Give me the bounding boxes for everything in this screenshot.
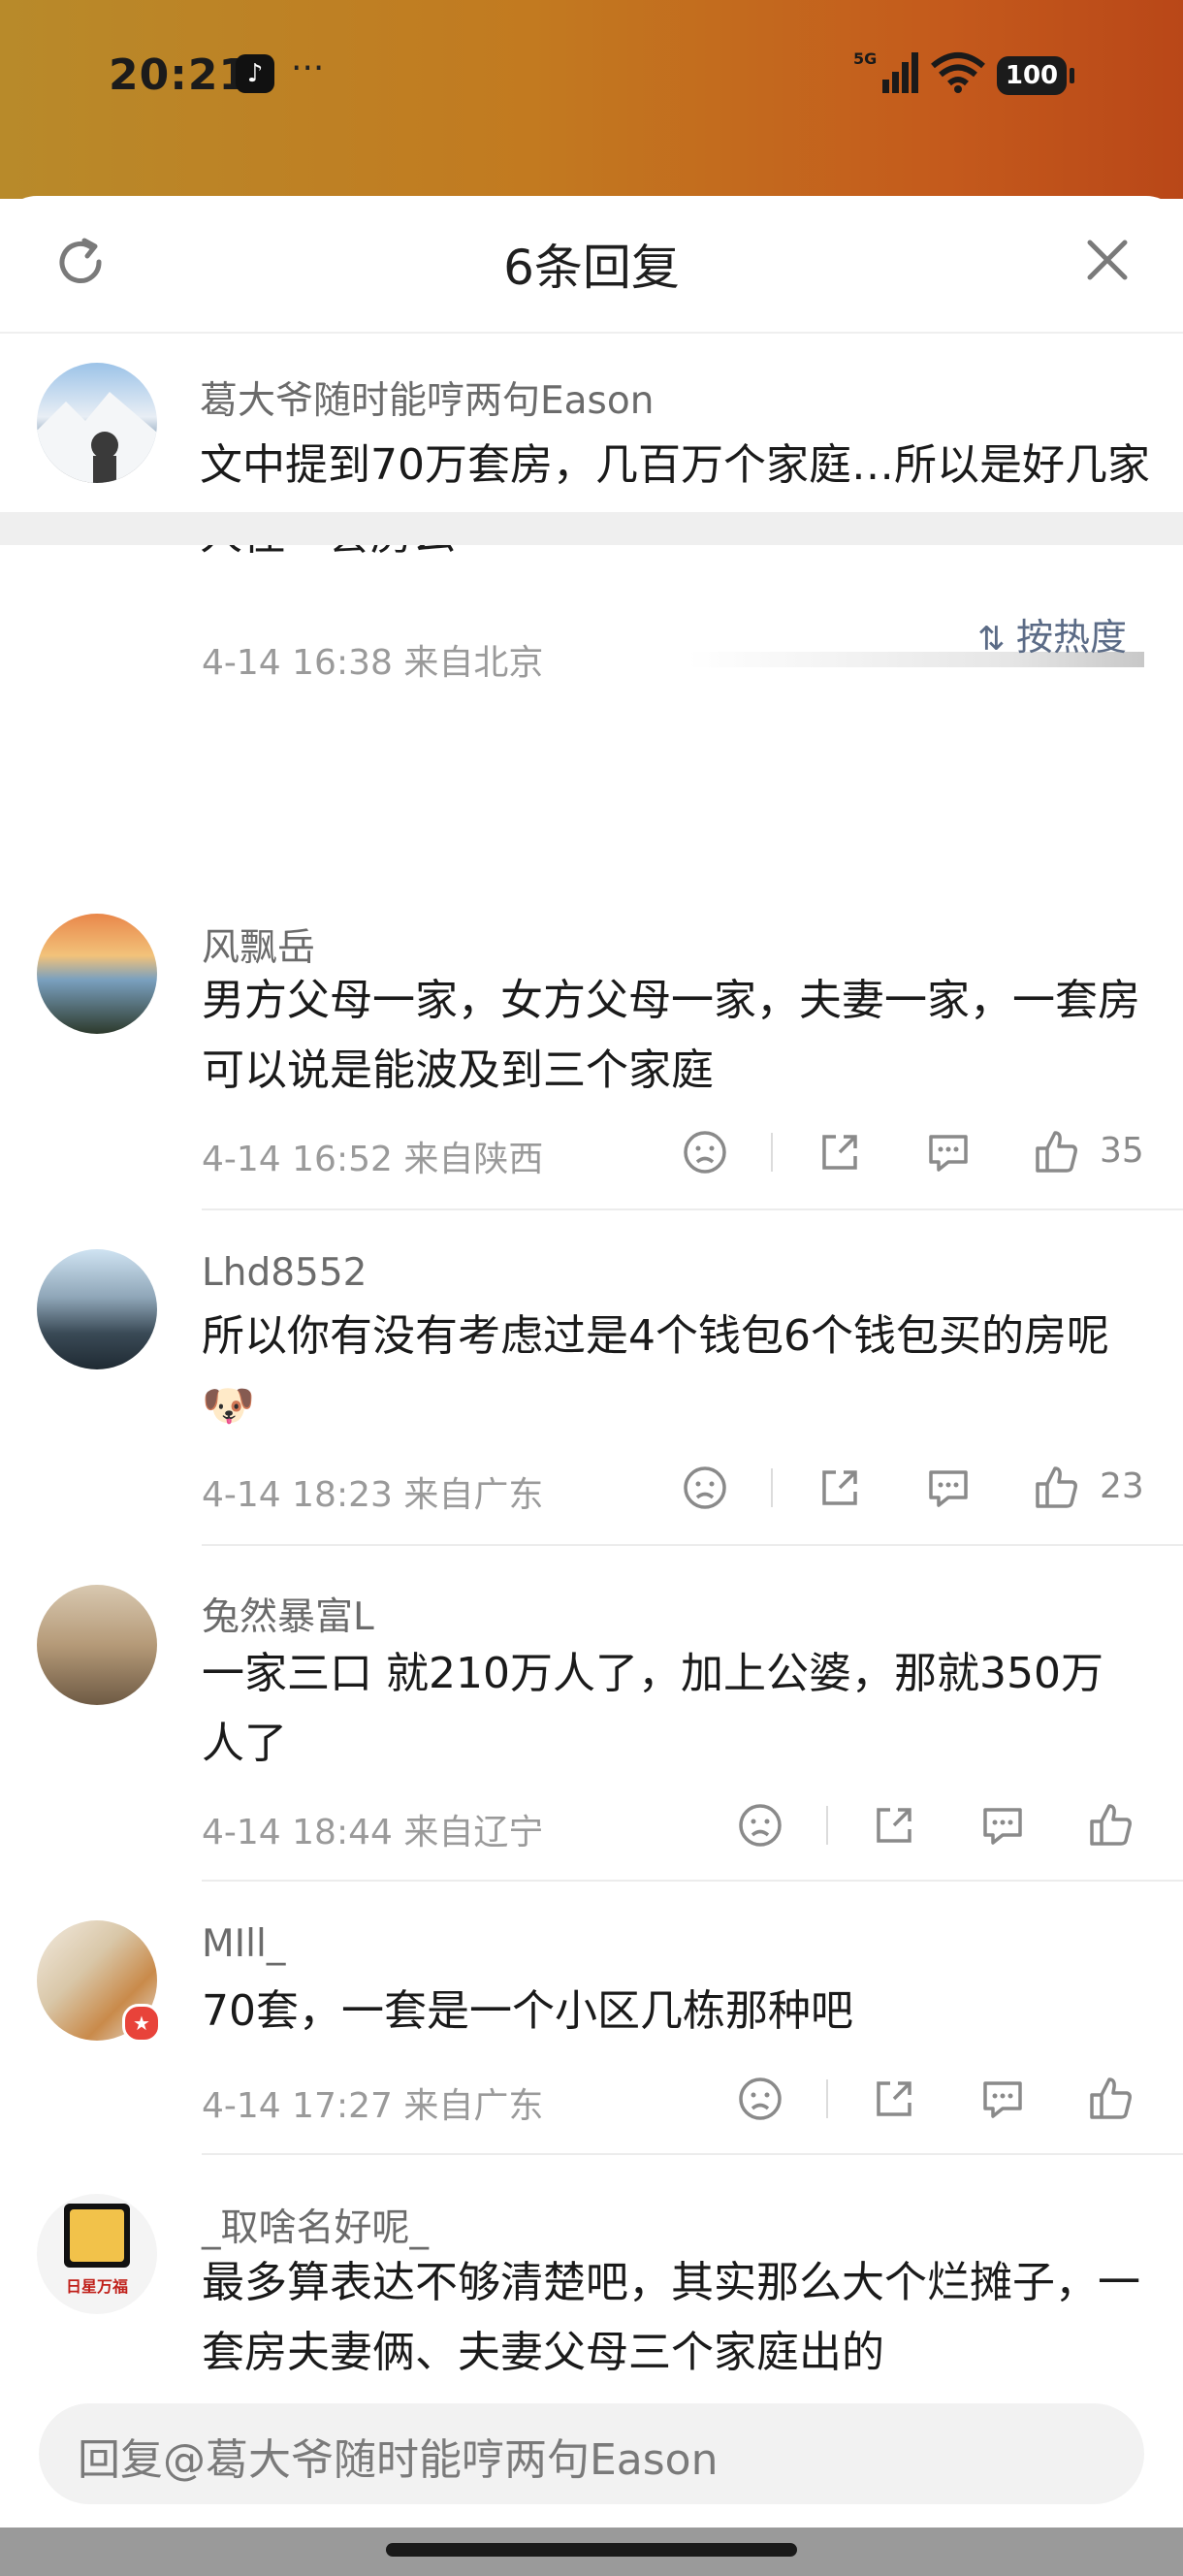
sheet-title: 6条回复 (503, 240, 680, 296)
reply-text: 男方父母一家，女方父母一家，夫妻一家，一套房可以说是能波及到三个家庭 (202, 976, 1140, 1095)
sheet-header: 6条回复 (0, 196, 1183, 334)
sort-label: 按热度 (1016, 616, 1128, 659)
home-indicator[interactable] (386, 2543, 797, 2557)
avatar-caption: 日星万福 (65, 2277, 128, 2296)
verified-badge-icon: ★ (122, 2004, 161, 2043)
reply-text: 一家三口 就210万人了，加上公婆，那就350万人了 (202, 1649, 1103, 1768)
like-icon[interactable] (1034, 1129, 1080, 1175)
divider (771, 1133, 773, 1172)
avatar-art (64, 2204, 130, 2268)
tiktok-icon: ♪ (236, 54, 274, 93)
share-icon[interactable] (816, 1129, 863, 1175)
dislike-icon[interactable] (682, 1129, 728, 1175)
like-count: 35 (1100, 1131, 1144, 1171)
comment-text: 文中提到70万套房，几百万个家庭…所以是好几家人住一套房么 (200, 440, 1150, 560)
doge-emoji: 🐶 (202, 1381, 255, 1431)
reply-input-placeholder: 回复@葛大爷随时能哼两句Eason (78, 2435, 719, 2485)
reply-author[interactable]: 兔然暴富L (202, 1587, 374, 1641)
comment-icon[interactable] (979, 1802, 1026, 1849)
like-icon[interactable] (1088, 2076, 1135, 2122)
reply-text: 70套，一套是一个小区几栋那种吧 (202, 1986, 853, 2036)
reply-author[interactable]: MIll_ (202, 1922, 285, 1966)
signal-icon: 5G (853, 49, 918, 93)
row-separator (202, 2153, 1183, 2155)
dislike-icon[interactable] (737, 1802, 783, 1849)
reply-author[interactable]: _取啥名好呢_ (202, 2198, 429, 2252)
reply-text: 所以你有没有考虑过是4个钱包6个钱包买的房呢 🐶 (202, 1302, 1142, 1441)
reply-text-content: 所以你有没有考虑过是4个钱包6个钱包买的房呢 (202, 1311, 1109, 1361)
divider (826, 2079, 828, 2118)
avatar[interactable] (37, 914, 157, 1034)
reply-meta: 4-14 17:27 来自广东 (202, 2086, 544, 2126)
row-separator (202, 1208, 1183, 1210)
reply-meta: 4-14 18:23 来自广东 (202, 1475, 544, 1515)
dislike-icon[interactable] (737, 2076, 783, 2122)
wifi-icon (931, 52, 985, 93)
sort-button[interactable]: ⇅ 按热度 (977, 607, 1127, 660)
share-icon[interactable] (871, 1802, 917, 1849)
section-divider (0, 512, 1183, 545)
commenter-name[interactable]: 葛大爷随时能哼两句Eason (200, 370, 654, 425)
comment-icon[interactable] (979, 2076, 1026, 2122)
share-icon[interactable] (871, 2076, 917, 2122)
more-notifications-icon: ··· (291, 48, 325, 88)
like-count: 23 (1100, 1466, 1144, 1506)
row-separator (202, 1880, 1183, 1882)
like-icon[interactable] (1034, 1465, 1080, 1511)
avatar[interactable] (37, 363, 157, 483)
avatar[interactable] (37, 1585, 157, 1705)
sort-icon: ⇅ (977, 620, 1006, 659)
battery-indicator: 100 (997, 56, 1074, 95)
network-label: 5G (853, 49, 877, 68)
reply-author[interactable]: Lhd8552 (202, 1251, 367, 1295)
like-icon[interactable] (1088, 1802, 1135, 1849)
comment-icon[interactable] (925, 1129, 972, 1175)
share-icon[interactable] (816, 1465, 863, 1511)
status-bar: 20:21 ♪ ··· 5G 100 (0, 0, 1183, 199)
row-separator (202, 1544, 1183, 1546)
status-time: 20:21 (109, 50, 250, 100)
reply-author[interactable]: 风飘岳 (202, 918, 315, 972)
divider (826, 1806, 828, 1845)
dislike-icon[interactable] (682, 1465, 728, 1511)
close-icon[interactable] (1084, 237, 1131, 283)
reply-text: 最多算表达不够清楚吧，其实那么大个烂摊子，一套房夫妻俩、夫妻父母三个家庭出的 (202, 2258, 1140, 2377)
avatar[interactable]: 日星万福 (37, 2194, 157, 2314)
reply-input[interactable]: 回复@葛大爷随时能哼两句Eason (39, 2403, 1144, 2504)
reply-meta: 4-14 16:52 来自陕西 (202, 1140, 544, 1179)
divider (771, 1468, 773, 1507)
reply-meta: 4-14 18:44 来自辽宁 (202, 1813, 544, 1852)
avatar[interactable] (37, 1249, 157, 1369)
comment-icon[interactable] (925, 1465, 972, 1511)
comment-meta: 4-14 16:38 来自北京 (202, 643, 544, 683)
